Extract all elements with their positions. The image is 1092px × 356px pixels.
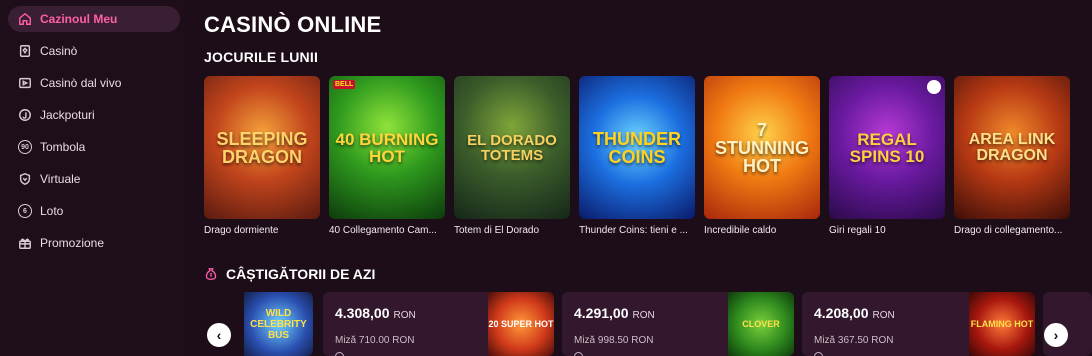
sidebar-item-label: Tombola — [40, 140, 86, 154]
sidebar-item-label: Cazinoul Meu — [40, 12, 118, 26]
sidebar-item-label: Jackpoturi — [40, 108, 95, 122]
winners-carousel: WILD CELEBRITY BUS 4.308,00 RON Miză 710.… — [204, 292, 1092, 356]
section-title-games-of-month: JOCURILE LUNII — [204, 49, 319, 65]
sidebar-item-loto[interactable]: 6 Loto — [8, 198, 180, 224]
win-amount: 4.291,00 RON — [574, 305, 655, 321]
winner-game-thumbnail: FLAMING HOT — [969, 292, 1035, 356]
page-title: CASINÒ ONLINE — [204, 12, 382, 37]
winner-game-thumbnail: CLOVER — [728, 292, 794, 356]
sidebar-item-label: Promozione — [40, 236, 105, 250]
sidebar: Cazinoul Meu Casinò Casinò dal vivo Jack… — [0, 0, 186, 356]
game-title: Giri regali 10 — [829, 225, 886, 236]
game-title: Thunder Coins: tieni e ... — [579, 225, 688, 236]
game-logo: EL DORADO TOTEMS — [467, 131, 557, 164]
game-tile[interactable]: REGAL SPINS 10 Giri regali 10 — [829, 76, 945, 236]
win-amount: 4.308,00 RON — [335, 305, 416, 321]
sidebar-item-label: Casinò — [40, 44, 78, 58]
winner-card[interactable]: 4.308,00 RON Miză 710.00 RON 20 SUPER HOT — [323, 292, 554, 356]
game-title: Totem di El Dorado — [454, 225, 540, 236]
chevron-right-icon: › — [1053, 327, 1059, 343]
game-title: Drago di collegamento... — [954, 225, 1063, 236]
user-avatar-icon — [814, 352, 823, 356]
win-amount: 4.208,00 RON — [814, 305, 895, 321]
sidebar-item-cazinoul-meu[interactable]: Cazinoul Meu — [8, 6, 180, 32]
sidebar-item-virtuale[interactable]: Virtuale — [8, 166, 180, 192]
winners-header: CÂȘTIGĂTORII DE AZI — [204, 266, 375, 282]
carousel-prev-button[interactable]: ‹ — [207, 323, 231, 347]
game-thumbnail[interactable]: AREA LINK DRAGON — [954, 76, 1070, 219]
provider-badge-icon — [927, 80, 941, 94]
game-logo: 7 STUNNING HOT — [715, 119, 809, 176]
game-tile[interactable]: BELL 40 BURNING HOT 40 Collegamento Cam.… — [329, 76, 445, 236]
winner-card[interactable]: 4.291,00 RON Miză 998.50 RON CLOVER — [562, 292, 794, 356]
winner-game-thumbnail: 20 SUPER HOT — [488, 292, 554, 356]
game-logo: SLEEPING DRAGON — [216, 128, 308, 167]
game-tile[interactable]: 7 STUNNING HOT Incredibile caldo — [704, 76, 820, 236]
game-tile[interactable]: SLEEPING DRAGON Drago dormiente — [204, 76, 320, 236]
carousel-next-button[interactable]: › — [1044, 323, 1068, 347]
game-title: 40 Collegamento Cam... — [329, 225, 437, 236]
sidebar-item-casino-dal-vivo[interactable]: Casinò dal vivo — [8, 70, 180, 96]
game-thumbnail[interactable]: 7 STUNNING HOT — [704, 76, 820, 219]
game-tile[interactable]: THUNDER COINS Thunder Coins: tieni e ... — [579, 76, 695, 236]
cards-icon — [18, 44, 32, 58]
sidebar-item-tombola[interactable]: 90 Tombola — [8, 134, 180, 160]
sidebar-item-label: Virtuale — [40, 172, 81, 186]
sidebar-item-casino[interactable]: Casinò — [8, 38, 180, 64]
money-bag-icon — [204, 267, 218, 281]
game-thumbnail[interactable]: THUNDER COINS — [579, 76, 695, 219]
jackpot-icon — [18, 108, 32, 122]
win-bet: Miză 998.50 RON — [574, 335, 654, 346]
game-thumbnail[interactable]: EL DORADO TOTEMS — [454, 76, 570, 219]
lotto-6-icon: 6 — [18, 204, 32, 218]
sidebar-item-label: Casinò dal vivo — [40, 76, 122, 90]
game-title: Incredibile caldo — [704, 225, 777, 236]
winner-card[interactable]: 4.208,00 RON Miză 367.50 RON FLAMING HOT — [802, 292, 1035, 356]
game-thumbnail[interactable]: REGAL SPINS 10 — [829, 76, 945, 219]
game-tile[interactable]: EL DORADO TOTEMS Totem di El Dorado — [454, 76, 570, 236]
sidebar-item-jackpoturi[interactable]: Jackpoturi — [8, 102, 180, 128]
game-title: Drago dormiente — [204, 225, 279, 236]
home-icon — [18, 12, 32, 26]
gift-icon — [18, 236, 32, 250]
win-bet: Miză 710.00 RON — [335, 335, 415, 346]
winner-game-thumbnail: WILD CELEBRITY BUS — [244, 292, 313, 356]
user-avatar-icon — [574, 352, 583, 356]
live-cards-icon — [18, 76, 32, 90]
bingo-90-icon: 90 — [18, 140, 32, 154]
sidebar-item-promozione[interactable]: Promozione — [8, 230, 180, 256]
win-bet: Miză 367.50 RON — [814, 335, 894, 346]
game-logo: 40 BURNING HOT — [335, 129, 439, 166]
game-thumbnail[interactable]: BELL 40 BURNING HOT — [329, 76, 445, 219]
game-logo: AREA LINK DRAGON — [968, 130, 1056, 164]
provider-badge: BELL — [333, 80, 356, 89]
sidebar-item-label: Loto — [40, 204, 64, 218]
games-carousel: SLEEPING DRAGON Drago dormiente BELL 40 … — [204, 76, 1092, 241]
game-tile[interactable]: AREA LINK DRAGON Drago di collegamento..… — [954, 76, 1070, 236]
shield-icon — [18, 172, 32, 186]
main-content: CASINÒ ONLINE JOCURILE LUNII SLEEPING DR… — [204, 0, 1092, 356]
game-logo: THUNDER COINS — [593, 128, 681, 167]
game-thumbnail[interactable]: SLEEPING DRAGON — [204, 76, 320, 219]
game-logo: REGAL SPINS 10 — [849, 129, 925, 166]
chevron-left-icon: ‹ — [216, 327, 222, 343]
user-avatar-icon — [335, 352, 344, 356]
winners-title: CÂȘTIGĂTORII DE AZI — [226, 266, 376, 282]
